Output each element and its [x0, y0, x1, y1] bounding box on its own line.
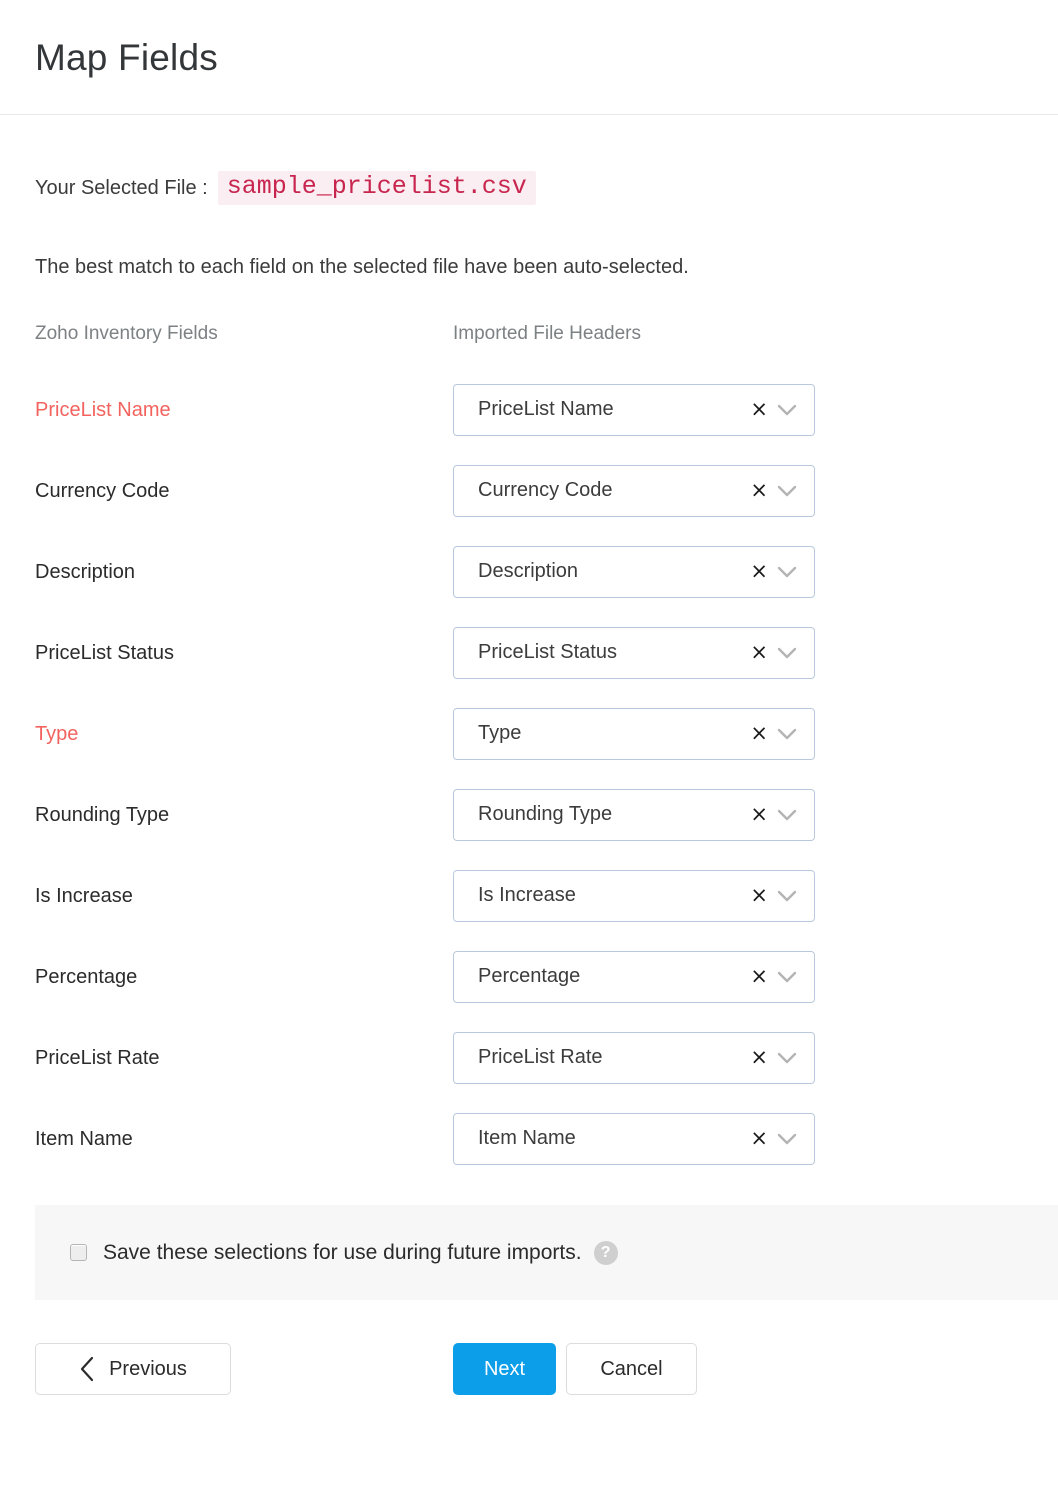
clear-icon[interactable]: ×: [748, 642, 770, 663]
imported-header-select[interactable]: Description ×: [453, 545, 815, 598]
imported-header-select[interactable]: Currency Code ×: [453, 464, 815, 517]
chevron-down-icon[interactable]: [774, 964, 800, 990]
zoho-field-label: Currency Code: [35, 479, 170, 502]
previous-button-label: Previous: [109, 1357, 187, 1380]
imported-header-select-value: Currency Code: [478, 479, 613, 501]
chevron-down-icon[interactable]: [774, 1126, 800, 1152]
chevron-down-icon[interactable]: [774, 883, 800, 909]
imported-header-select[interactable]: Item Name ×: [453, 1112, 815, 1165]
zoho-field-label: PriceList Name: [35, 398, 171, 421]
mapping-rows: PriceList Name PriceList Name × Currency Co…: [35, 369, 1023, 1179]
cancel-button-label: Cancel: [600, 1357, 663, 1380]
imported-header-select[interactable]: PriceList Status ×: [453, 626, 815, 679]
chevron-left-icon: [79, 1356, 95, 1382]
mapping-row: PriceList Rate PriceList Rate ×: [35, 1017, 1023, 1098]
selected-file-name: sample_pricelist.csv: [217, 171, 536, 205]
clear-icon[interactable]: ×: [748, 1047, 770, 1068]
zoho-field-label: Item Name: [35, 1127, 133, 1150]
zoho-field-label: Rounding Type: [35, 803, 170, 826]
save-selections-panel: Save these selections for use during fut…: [35, 1205, 1058, 1300]
chevron-down-icon[interactable]: [774, 802, 800, 828]
imported-header-select-value: Description: [478, 560, 579, 582]
chevron-down-icon[interactable]: [774, 397, 800, 423]
footer-actions: Previous Next Cancel: [0, 1343, 1058, 1395]
imported-header-select-value: Is Increase: [478, 884, 576, 906]
selected-file-line: Your Selected File : sample_pricelist.cs…: [35, 171, 1023, 205]
mapping-row: PriceList Name PriceList Name ×: [35, 369, 1023, 450]
cancel-button[interactable]: Cancel: [566, 1343, 697, 1395]
selected-file-label: Your Selected File :: [35, 176, 208, 199]
clear-icon[interactable]: ×: [748, 966, 770, 987]
chevron-down-icon[interactable]: [774, 1045, 800, 1071]
zoho-field-label: Percentage: [35, 965, 138, 988]
help-icon[interactable]: ?: [593, 1240, 618, 1265]
previous-button[interactable]: Previous: [35, 1343, 231, 1395]
chevron-down-icon[interactable]: [774, 640, 800, 666]
imported-header-select[interactable]: Type ×: [453, 707, 815, 760]
mapping-row: Percentage Percentage ×: [35, 936, 1023, 1017]
imported-header-select[interactable]: Is Increase ×: [453, 869, 815, 922]
imported-header-select[interactable]: PriceList Rate ×: [453, 1031, 815, 1084]
mapping-row: Type Type ×: [35, 693, 1023, 774]
auto-select-note: The best match to each field on the sele…: [35, 256, 689, 278]
chevron-down-icon[interactable]: [774, 559, 800, 585]
mapping-row: Currency Code Currency Code ×: [35, 450, 1023, 531]
zoho-field-label: Type: [35, 722, 79, 745]
imported-header-select-value: PriceList Name: [478, 398, 614, 420]
save-selections-checkbox[interactable]: [70, 1244, 87, 1261]
imported-header-select[interactable]: Percentage ×: [453, 950, 815, 1003]
page-header: Map Fields: [0, 0, 1058, 115]
column-header-zoho-fields: Zoho Inventory Fields: [35, 323, 218, 344]
next-button-label: Next: [483, 1357, 526, 1380]
imported-header-select[interactable]: PriceList Name ×: [453, 383, 815, 436]
imported-header-select-value: Rounding Type: [478, 803, 613, 825]
mapping-row: PriceList Status PriceList Status ×: [35, 612, 1023, 693]
zoho-field-label: Description: [35, 560, 136, 583]
chevron-down-icon[interactable]: [774, 721, 800, 747]
column-header-imported-headers: Imported File Headers: [453, 323, 641, 344]
mapping-column-headers: Zoho Inventory Fields Imported File Head…: [35, 323, 1023, 345]
main-content: Your Selected File : sample_pricelist.cs…: [0, 171, 1058, 1179]
clear-icon[interactable]: ×: [748, 1128, 770, 1149]
clear-icon[interactable]: ×: [748, 561, 770, 582]
zoho-field-label: Is Increase: [35, 884, 133, 907]
clear-icon[interactable]: ×: [748, 480, 770, 501]
clear-icon[interactable]: ×: [748, 399, 770, 420]
mapping-row: Item Name Item Name ×: [35, 1098, 1023, 1179]
mapping-row: Is Increase Is Increase ×: [35, 855, 1023, 936]
imported-header-select-value: Item Name: [478, 1127, 576, 1149]
clear-icon[interactable]: ×: [748, 723, 770, 744]
imported-header-select[interactable]: Rounding Type ×: [453, 788, 815, 841]
imported-header-select-value: Percentage: [478, 965, 581, 987]
clear-icon[interactable]: ×: [748, 804, 770, 825]
page-title: Map Fields: [35, 36, 218, 78]
zoho-field-label: PriceList Rate: [35, 1046, 160, 1069]
clear-icon[interactable]: ×: [748, 885, 770, 906]
next-button[interactable]: Next: [453, 1343, 556, 1395]
imported-header-select-value: PriceList Status: [478, 641, 617, 663]
zoho-field-label: PriceList Status: [35, 641, 174, 664]
imported-header-select-value: Type: [478, 722, 522, 744]
mapping-row: Rounding Type Rounding Type ×: [35, 774, 1023, 855]
mapping-row: Description Description ×: [35, 531, 1023, 612]
chevron-down-icon[interactable]: [774, 478, 800, 504]
save-selections-label: Save these selections for use during fut…: [103, 1240, 582, 1264]
imported-header-select-value: PriceList Rate: [478, 1046, 603, 1068]
